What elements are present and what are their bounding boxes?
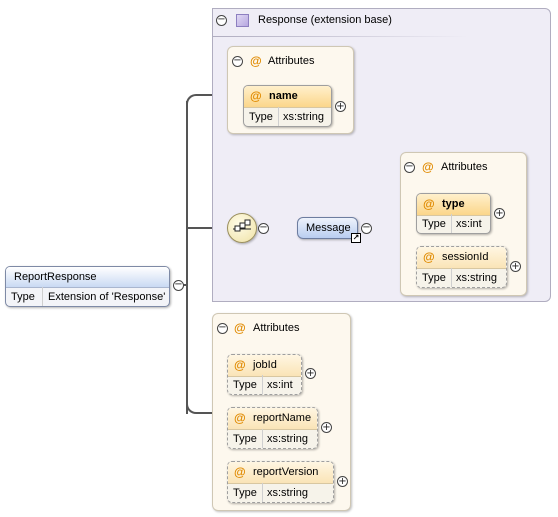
expand-icon[interactable]: + bbox=[337, 476, 348, 487]
attribute-type[interactable]: @ type Type xs:int bbox=[416, 193, 491, 234]
attribute-icon: @ bbox=[423, 250, 435, 264]
type-key: Type bbox=[422, 272, 446, 284]
attribute-label: reportName bbox=[253, 412, 312, 424]
type-value: xs:int bbox=[456, 218, 482, 230]
attribute-icon: @ bbox=[422, 160, 434, 174]
attributes-group: − @ Attributes @ name Type xs:string + bbox=[227, 46, 354, 134]
attributes-title: Attributes bbox=[253, 322, 300, 334]
collapse-icon[interactable]: − bbox=[173, 280, 184, 291]
attribute-icon: @ bbox=[234, 411, 246, 425]
attribute-icon: @ bbox=[250, 89, 262, 103]
attribute-label: sessionId bbox=[442, 251, 489, 263]
attribute-icon: @ bbox=[234, 358, 246, 372]
root-element-ReportResponse[interactable]: ReportResponse Type Extension of 'Respon… bbox=[5, 266, 170, 307]
collapse-icon[interactable]: − bbox=[216, 15, 227, 26]
attribute-label: jobId bbox=[253, 359, 277, 371]
divider bbox=[213, 36, 468, 37]
extension-base-title: Response (extension base) bbox=[258, 14, 392, 26]
connector-trunk bbox=[186, 101, 188, 414]
collapse-icon[interactable]: − bbox=[232, 56, 243, 67]
element-name: ReportResponse bbox=[14, 271, 97, 283]
type-key: Type bbox=[249, 111, 273, 123]
collapse-icon[interactable]: − bbox=[361, 223, 372, 234]
attribute-label: name bbox=[269, 90, 298, 102]
type-value: xs:string bbox=[283, 111, 324, 123]
type-key: Type bbox=[233, 487, 257, 499]
message-element[interactable]: Message ↗ bbox=[297, 217, 361, 243]
attribute-label: reportVersion bbox=[253, 466, 319, 478]
attribute-sessionId[interactable]: @ sessionId Type xs:string bbox=[416, 246, 507, 288]
connector-curve-top bbox=[186, 94, 198, 106]
expand-icon[interactable]: + bbox=[305, 368, 316, 379]
attribute-icon: @ bbox=[234, 321, 246, 335]
type-key: Type bbox=[233, 379, 257, 391]
attribute-icon: @ bbox=[250, 54, 262, 68]
attributes-title: Attributes bbox=[441, 161, 488, 173]
expand-icon[interactable]: + bbox=[321, 422, 332, 433]
type-value: xs:string bbox=[267, 433, 308, 445]
collapse-icon[interactable]: − bbox=[404, 162, 415, 173]
expand-icon[interactable]: + bbox=[494, 208, 505, 219]
collapse-icon[interactable]: − bbox=[217, 323, 228, 334]
own-attributes-group: − @ Attributes @ jobId Type xs:int + @ r… bbox=[212, 313, 351, 511]
type-key: Type bbox=[422, 218, 446, 230]
expand-icon[interactable]: + bbox=[510, 261, 521, 272]
attribute-icon: @ bbox=[234, 465, 246, 479]
attribute-icon: @ bbox=[423, 197, 435, 211]
type-value: xs:string bbox=[456, 272, 497, 284]
attribute-reportVersion[interactable]: @ reportVersion Type xs:string bbox=[227, 461, 334, 503]
sequence-icon bbox=[233, 219, 251, 232]
type-value: Extension of 'Response' bbox=[48, 291, 166, 303]
attributes-title: Attributes bbox=[268, 55, 315, 67]
connector-to-own-attributes bbox=[196, 412, 212, 414]
attribute-jobId[interactable]: @ jobId Type xs:int bbox=[227, 354, 302, 395]
type-value: xs:string bbox=[267, 487, 308, 499]
message-attributes-group: − @ Attributes @ type Type xs:int + @ se… bbox=[400, 152, 527, 296]
expand-icon[interactable]: + bbox=[335, 101, 346, 112]
collapse-icon[interactable]: − bbox=[258, 223, 269, 234]
extension-base-panel: − Response (extension base) − @ Attribut… bbox=[212, 8, 551, 302]
sequence-compositor[interactable] bbox=[227, 213, 257, 243]
message-label: Message bbox=[306, 222, 351, 234]
type-key: Type bbox=[233, 433, 257, 445]
attribute-reportName[interactable]: @ reportName Type xs:string bbox=[227, 407, 318, 449]
reference-arrow-icon: ↗ bbox=[351, 233, 361, 243]
type-value: xs:int bbox=[267, 379, 293, 391]
attribute-label: type bbox=[442, 198, 465, 210]
attribute-name[interactable]: @ name Type xs:string bbox=[243, 85, 332, 127]
complex-type-icon bbox=[236, 14, 249, 27]
type-key: Type bbox=[11, 291, 35, 303]
